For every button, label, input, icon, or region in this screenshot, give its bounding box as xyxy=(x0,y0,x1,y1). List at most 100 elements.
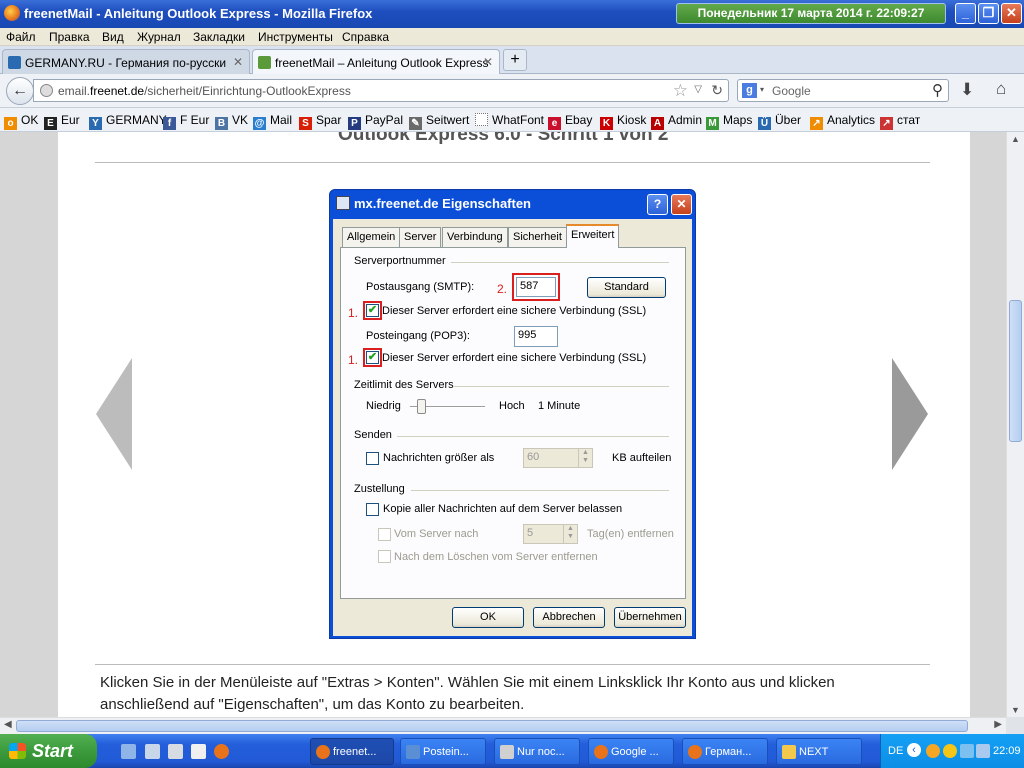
bookmark-spar[interactable]: S Spar xyxy=(299,113,341,130)
tab-sicherheit[interactable]: Sicherheit xyxy=(508,227,567,247)
scroll-left-icon[interactable]: ◀ xyxy=(4,719,12,730)
bookmark-stat[interactable]: ↗ стат xyxy=(880,113,920,130)
bookmark-germany[interactable]: Y GERMANY xyxy=(89,113,167,130)
menu-view[interactable]: Вид xyxy=(102,30,124,44)
scroll-corner xyxy=(1006,717,1024,734)
volume-icon[interactable] xyxy=(976,744,990,758)
quicklaunch-document-icon[interactable] xyxy=(191,744,206,759)
close-window-button[interactable]: ✕ xyxy=(1001,3,1022,24)
network-icon[interactable] xyxy=(960,744,974,758)
scroll-down-icon[interactable]: ▼ xyxy=(1011,705,1020,715)
bookmark-star-icon[interactable]: ☆ xyxy=(673,81,688,101)
start-button[interactable]: Start xyxy=(0,734,97,768)
reload-icon[interactable]: ↻ xyxy=(711,82,723,99)
bookmark-analytics[interactable]: ↗ Analytics xyxy=(810,113,875,130)
dialog-close-button[interactable]: ✕ xyxy=(671,194,692,215)
bookmark-whatfont[interactable]: WhatFont xyxy=(475,113,544,127)
keep-copy-label[interactable]: Kopie aller Nachrichten auf dem Server b… xyxy=(383,503,622,515)
tab-erweitert[interactable]: Erweitert xyxy=(566,224,620,248)
task-freenet[interactable]: freenet... xyxy=(310,738,394,765)
chevron-left-icon[interactable]: ‹ xyxy=(907,743,921,757)
bookmark-paypal[interactable]: P PayPal xyxy=(348,113,403,130)
url-bar[interactable]: email.freenet.de/sicherheit/Einrichtung-… xyxy=(33,79,729,102)
search-icon[interactable]: ⚲ xyxy=(932,81,943,99)
tab-allgemein[interactable]: Allgemein xyxy=(342,227,401,247)
split-messages-label[interactable]: Nachrichten größer als xyxy=(383,452,494,464)
quicklaunch-file-icon[interactable] xyxy=(168,744,183,759)
ok-button[interactable]: OK xyxy=(452,607,524,628)
new-tab-button[interactable]: + xyxy=(503,49,527,71)
menu-file[interactable]: Файл xyxy=(6,30,36,44)
pop3-ssl-label[interactable]: Dieser Server erfordert eine sichere Ver… xyxy=(382,352,646,364)
tab-close-icon[interactable]: ✕ xyxy=(233,55,243,69)
tab-verbindung[interactable]: Verbindung xyxy=(442,227,508,247)
standard-button[interactable]: Standard xyxy=(587,277,666,298)
task-google[interactable]: Google ... xyxy=(588,738,674,765)
search-bar[interactable]: g ▾ Google ⚲ xyxy=(737,79,949,102)
task-posteingang[interactable]: Postein... xyxy=(400,738,486,765)
split-messages-checkbox[interactable] xyxy=(366,452,379,465)
scroll-up-icon[interactable]: ▲ xyxy=(1011,134,1020,144)
language-indicator[interactable]: DE xyxy=(888,745,903,757)
google-icon[interactable]: g xyxy=(742,83,757,98)
back-button[interactable]: ← xyxy=(6,77,34,105)
tray-app-icon[interactable] xyxy=(926,744,940,758)
windows-logo-icon xyxy=(9,743,26,759)
pop3-label: Posteingang (POP3): xyxy=(366,330,470,342)
tab-freenetmail[interactable]: freenetMail – Anleitung Outlook Express … xyxy=(252,49,500,74)
search-input[interactable]: Google xyxy=(772,84,811,98)
quicklaunch-firefox-icon[interactable] xyxy=(214,744,229,759)
bookmark-uber[interactable]: Ü Über xyxy=(758,113,801,130)
tab-close-icon[interactable]: ✕ xyxy=(483,55,493,69)
previous-slide-arrow-icon[interactable] xyxy=(96,358,132,470)
bookmark-admin[interactable]: A Admin xyxy=(651,113,702,130)
smtp-ssl-label[interactable]: Dieser Server erfordert eine sichere Ver… xyxy=(382,305,646,317)
next-slide-arrow-icon[interactable] xyxy=(892,358,928,470)
smtp-ssl-checkbox[interactable]: ✔ xyxy=(366,304,379,317)
pop3-ssl-checkbox[interactable]: ✔ xyxy=(366,351,379,364)
quicklaunch-desktop-icon[interactable] xyxy=(145,744,160,759)
bookmark-ebay[interactable]: e Ebay xyxy=(548,113,592,130)
tab-germany-ru[interactable]: GERMANY.RU - Германия по-русски ✕ xyxy=(2,49,250,74)
cancel-button[interactable]: Abbrechen xyxy=(533,607,605,628)
bookmark-vk[interactable]: B VK xyxy=(215,113,248,130)
tray-app-icon[interactable] xyxy=(943,744,957,758)
timeout-slider-thumb[interactable] xyxy=(416,399,426,414)
quicklaunch-network-icon[interactable] xyxy=(121,744,136,759)
group-divider xyxy=(411,490,669,491)
dialog-body: Allgemein Server Verbindung Sicherheit E… xyxy=(333,219,692,636)
url-dropdown-icon[interactable]: ▽ xyxy=(694,84,702,95)
bookmark-f-eur[interactable]: fF Eur xyxy=(163,113,209,130)
home-icon[interactable]: ⌂ xyxy=(996,79,1006,99)
apply-button[interactable]: Übernehmen xyxy=(614,607,686,628)
task-german[interactable]: Герман... xyxy=(682,738,768,765)
keep-copy-checkbox[interactable] xyxy=(366,503,379,516)
tray-clock[interactable]: 22:09 xyxy=(993,745,1021,757)
vertical-scrollbar[interactable]: ▲ ▼ xyxy=(1006,132,1024,717)
menu-bookmarks[interactable]: Закладки xyxy=(193,30,245,44)
pop3-port-input[interactable]: 995 xyxy=(514,326,558,347)
bookmark-seitwert[interactable]: ✎ Seitwert xyxy=(409,113,469,130)
scroll-right-icon[interactable]: ▶ xyxy=(994,719,1002,730)
minimize-button[interactable]: _ xyxy=(955,3,976,24)
menu-history[interactable]: Журнал xyxy=(137,30,181,44)
chevron-down-icon[interactable]: ▾ xyxy=(760,85,764,94)
task-next-folder[interactable]: NEXT xyxy=(776,738,862,765)
menu-help[interactable]: Справка xyxy=(342,30,389,44)
horizontal-scrollbar[interactable]: ◀ ▶ xyxy=(0,717,1006,734)
horizontal-scroll-thumb[interactable] xyxy=(16,720,968,732)
tab-server[interactable]: Server xyxy=(399,227,442,247)
bookmark-ok[interactable]: о OK xyxy=(4,113,38,130)
menu-tools[interactable]: Инструменты xyxy=(258,30,333,44)
task-nur-noch[interactable]: Nur noc... xyxy=(494,738,580,765)
bookmark-eur[interactable]: E Eur xyxy=(44,113,80,130)
bookmark-mail[interactable]: @ Mail xyxy=(253,113,292,130)
vertical-scroll-thumb[interactable] xyxy=(1009,300,1022,442)
help-button[interactable]: ? xyxy=(647,194,668,215)
smtp-port-input[interactable]: 587 xyxy=(516,277,556,297)
menu-edit[interactable]: Правка xyxy=(49,30,90,44)
maximize-button[interactable]: ❐ xyxy=(978,3,999,24)
bookmark-kiosk[interactable]: K Kiosk xyxy=(600,113,646,130)
bookmark-maps[interactable]: M Maps xyxy=(706,113,752,130)
download-icon[interactable]: ⬇ xyxy=(960,80,974,100)
